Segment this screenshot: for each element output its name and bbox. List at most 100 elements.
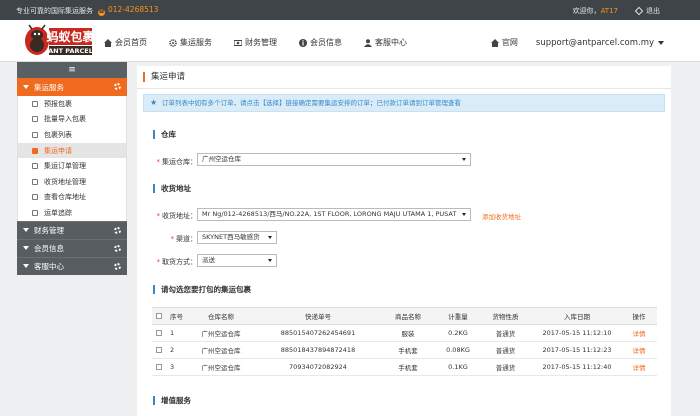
main-panel: 集运申请 ★ 订单列表中如有多个订单，请点击【选择】链接确定需要集运安排的订单；… (137, 66, 671, 416)
pickup-label: * 取货方式： (156, 258, 198, 266)
warehouse-icon (32, 194, 38, 201)
table-header: 序号 仓库名称 快递单号 商品名称 计重量 货物性质 入库日期 操作 (152, 307, 657, 325)
col-weight: 计重量 (448, 313, 468, 321)
slogan: 专业可靠的国际集运服务 (16, 7, 93, 15)
gear-icon (114, 226, 121, 234)
warehouse-select[interactable]: 广州空运仓库 (197, 153, 471, 166)
warehouse-label: * 集运仓库： (156, 158, 198, 166)
username: AT17 (600, 7, 618, 15)
sidebar-item-warehouse-address[interactable]: 查看仓库地址 (18, 190, 126, 206)
row-checkbox[interactable] (156, 330, 162, 336)
section-address: 收货地址 (153, 184, 191, 193)
col-product: 商品名称 (395, 313, 421, 321)
sidebar-section-member-info[interactable]: 会员信息 (17, 238, 127, 257)
gear-icon (114, 244, 121, 252)
chevron-down-icon (23, 228, 29, 233)
address-label: * 收货地址： (156, 212, 198, 220)
phone-icon: ☎ (98, 9, 105, 16)
sidebar-item-order-management[interactable]: 集运订单管理 (18, 158, 126, 174)
detail-link[interactable]: 详情 (621, 362, 657, 372)
info-icon (299, 38, 307, 47)
gear-icon (114, 83, 121, 90)
money-icon (234, 39, 242, 46)
gear-icon (114, 262, 121, 270)
pickup-method-select[interactable]: 派送 (197, 254, 277, 267)
sidebar-submenu: 预报包裹 批量导入包裹 包裹列表 集运申请 集运订单管理 收货地址管理 查看仓库… (17, 96, 127, 221)
detail-link[interactable]: 详情 (621, 345, 657, 355)
logo-text-en: ANT PARCEL (48, 47, 93, 55)
address-select[interactable]: Mr Ng/012-4268513/西马/NO.22A, 1ST FLOOR, … (197, 208, 471, 221)
gear-icon (169, 38, 177, 47)
chevron-down-icon (23, 246, 29, 251)
logo-text-cn: 蚂蚁包裹 (46, 29, 94, 44)
sidebar-item-forecast-package[interactable]: 预报包裹 (18, 96, 126, 112)
col-warehouse: 仓库名称 (208, 313, 234, 321)
user-icon (364, 38, 372, 47)
table-row: 2 广州空运仓库 885018437894872418 手机套 0.08KG 普… (152, 342, 657, 359)
logout-icon (634, 6, 644, 16)
sidebar-item-address-management[interactable]: 收货地址管理 (18, 174, 126, 190)
chevron-down-icon (268, 236, 272, 239)
nav-member-info[interactable]: 会员信息 (299, 37, 342, 48)
sidebar-section-consolidation[interactable]: 集运服务 (17, 78, 127, 96)
col-no: 序号 (170, 313, 183, 321)
add-address-link[interactable]: 添加收货地址 (482, 211, 521, 221)
table-row: 3 广州空运仓库 70934072082924 手机套 0.1KG 普通货 20… (152, 359, 657, 376)
col-date: 入库日期 (564, 313, 590, 321)
nav-member-home[interactable]: 会员首页 (104, 37, 147, 48)
order-icon (32, 163, 38, 170)
sidebar-item-batch-import[interactable]: 批量导入包裹 (18, 112, 126, 128)
section-value-added: 增值服务 (153, 396, 191, 405)
table-row: 1 广州空运仓库 885015407262454691 服装 0.2KG 普通货… (152, 325, 657, 342)
header-right: 官网 support@antparcel.com.my (490, 37, 664, 48)
chevron-down-icon (462, 158, 466, 161)
sidebar-item-consolidation-request[interactable]: 集运申请 (18, 142, 126, 159)
notice-banner: ★ 订单列表中如有多个订单，请点击【选择】链接确定需要集运安排的订单；已付款订单… (143, 94, 665, 112)
section-warehouse: 仓库 (153, 130, 176, 139)
logo-graphic: 蚂蚁包裹 ANT PARCEL (25, 24, 95, 55)
truck-icon (32, 147, 38, 154)
logout-link[interactable]: 退出 (634, 6, 660, 16)
chevron-down-icon (23, 264, 29, 269)
hamburger-icon: ≡ (68, 65, 76, 75)
header: 蚂蚁包裹 ANT PARCEL 会员首页 集运服务 财务管理 会员信息 客服中心 (0, 20, 700, 62)
list-icon (32, 131, 38, 138)
packages-table: 序号 仓库名称 快递单号 商品名称 计重量 货物性质 入库日期 操作 1 广州空… (152, 307, 657, 376)
channel-select[interactable]: SKYNET西马敏感货 (197, 231, 277, 244)
official-site-link[interactable]: 官网 (490, 37, 518, 48)
channel-label: * 渠道： (170, 235, 198, 243)
top-bar: 专业可靠的国际集运服务 ☎ 012-4268513 欢迎你，AT17 退出 (0, 0, 700, 20)
sidebar-toggle[interactable]: ≡ (17, 62, 127, 78)
col-nature: 货物性质 (492, 313, 519, 321)
package-icon (32, 100, 38, 107)
main-nav: 会员首页 集运服务 财务管理 会员信息 客服中心 (104, 37, 429, 48)
row-checkbox[interactable] (156, 364, 162, 370)
home-icon (490, 38, 499, 47)
gear-icon (32, 178, 38, 185)
divider (137, 88, 671, 89)
chevron-down-icon (23, 85, 29, 89)
nav-finance[interactable]: 财务管理 (234, 37, 277, 48)
section-packages: 请勾选您要打包的集运包裹 (153, 285, 251, 294)
sidebar: ≡ 集运服务 预报包裹 批量导入包裹 包裹列表 集运申请 集运订单管理 收货地址… (17, 62, 127, 275)
detail-link[interactable]: 详情 (621, 328, 657, 338)
sidebar-section-finance[interactable]: 财务管理 (17, 220, 127, 239)
home-icon (104, 38, 112, 47)
chevron-down-icon (268, 259, 272, 262)
nav-customer-service[interactable]: 客服中心 (364, 37, 407, 48)
star-icon: ★ (150, 98, 158, 107)
select-all-checkbox[interactable] (156, 313, 162, 319)
sidebar-item-package-list[interactable]: 包裹列表 (18, 127, 126, 143)
support-email-dropdown[interactable]: support@antparcel.com.my (536, 38, 664, 48)
col-action: 操作 (632, 313, 646, 321)
sidebar-section-customer-service[interactable]: 客服中心 (17, 256, 127, 275)
chevron-down-icon (658, 40, 664, 45)
chevron-down-icon (462, 213, 466, 216)
ant-parcel-logo[interactable]: 蚂蚁包裹 ANT PARCEL (22, 24, 95, 58)
phone-number: ☎ 012-4268513 (98, 5, 159, 16)
sidebar-item-tracking[interactable]: 运单追踪 (18, 205, 126, 221)
col-tracking: 快递单号 (305, 313, 331, 321)
welcome-text: 欢迎你，AT17 (572, 7, 618, 15)
row-checkbox[interactable] (156, 347, 162, 353)
nav-consolidation-service[interactable]: 集运服务 (169, 37, 212, 48)
